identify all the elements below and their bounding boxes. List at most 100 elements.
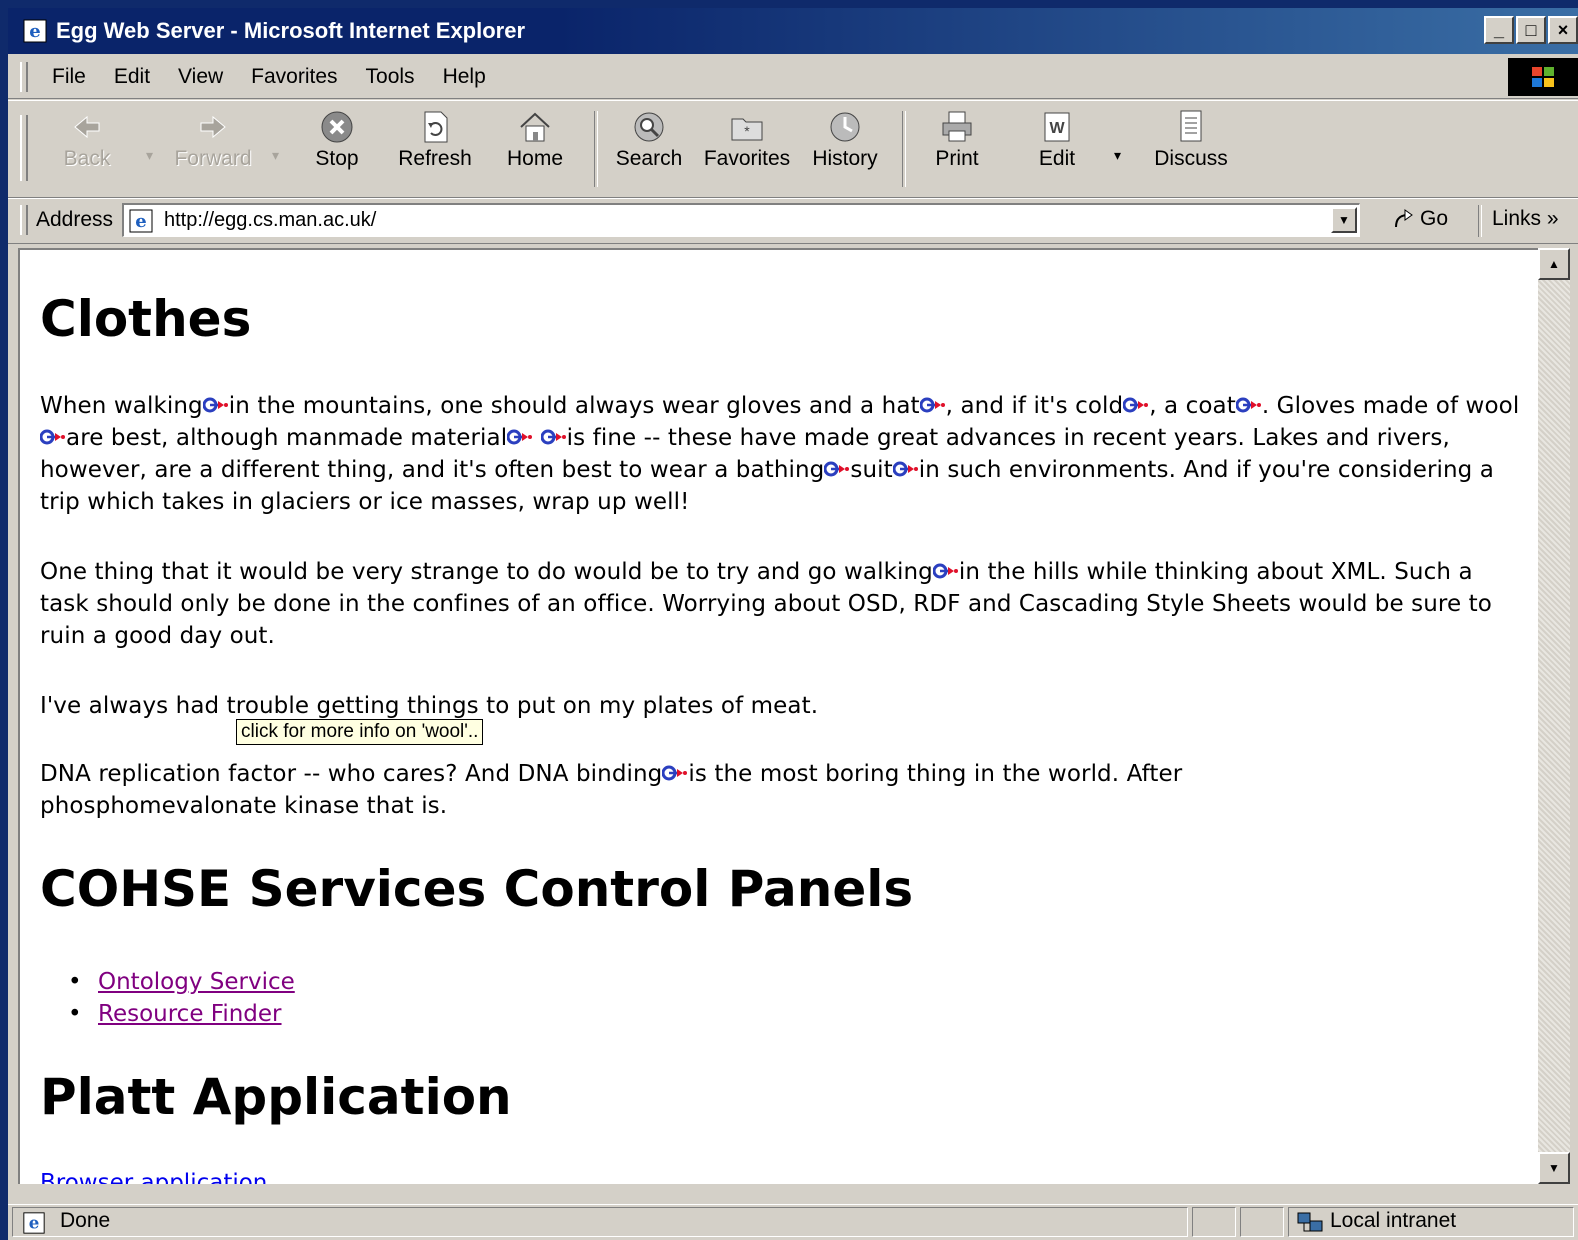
toolbar-separator: [902, 111, 906, 187]
cohse-link-icon[interactable]: [507, 429, 533, 445]
minimize-icon: _: [1493, 19, 1504, 40]
text-segment: One thing that it would be very strange …: [40, 559, 933, 585]
search-label: Search: [615, 147, 683, 170]
toolbar-grip[interactable]: [20, 115, 28, 181]
refresh-icon: [424, 111, 448, 143]
ontology-service-link[interactable]: Ontology Service: [98, 969, 295, 995]
forward-dropdown[interactable]: ▾: [272, 147, 279, 164]
ie-page-icon: e: [23, 1212, 45, 1234]
text-segment: . Gloves made of wool: [1261, 393, 1520, 419]
text-segment: are best, although manmade material: [66, 425, 508, 451]
cohse-link-icon[interactable]: [920, 397, 946, 413]
go-button[interactable]: Go: [1392, 207, 1448, 231]
maximize-icon: □: [1525, 19, 1537, 40]
up-arrow-icon: ▲: [1548, 257, 1560, 271]
print-icon: [942, 111, 972, 142]
links-button[interactable]: Links »: [1492, 207, 1559, 231]
scroll-up-button[interactable]: ▲: [1538, 248, 1570, 280]
cohse-link-icon[interactable]: [893, 461, 919, 477]
windows-logo-icon: [1532, 67, 1554, 87]
cohse-link-icon[interactable]: [203, 397, 229, 413]
word-edit-icon: W: [1044, 112, 1070, 142]
menu-view[interactable]: View: [164, 65, 237, 89]
svg-text:W: W: [1049, 120, 1065, 137]
menu-favorites[interactable]: Favorites: [237, 65, 351, 89]
svg-text:e: e: [29, 21, 40, 42]
svg-text:e: e: [29, 1213, 40, 1233]
cohse-link-icon[interactable]: [1236, 397, 1262, 413]
cohse-link-icon[interactable]: [541, 429, 567, 445]
svg-text:e: e: [135, 211, 146, 232]
heading-platt: Platt Application: [40, 1068, 512, 1126]
address-label: Address: [36, 208, 114, 231]
text-segment: , and if it's cold: [945, 393, 1124, 419]
toolbar-separator: [594, 111, 598, 187]
page-content[interactable]: Clothes When walking in the mountains, on…: [18, 248, 1538, 1184]
stop-label: Stop: [315, 147, 359, 170]
address-dropdown-button[interactable]: ▼: [1331, 207, 1357, 233]
ie-page-icon: e: [129, 209, 153, 232]
forward-label: Forward: [174, 147, 252, 170]
resource-finder-link[interactable]: Resource Finder: [98, 1001, 282, 1027]
favorites-label: Favorites: [703, 147, 791, 170]
ie-page-icon: e: [23, 19, 47, 43]
home-button[interactable]: Home: [490, 109, 580, 171]
close-button[interactable]: ×: [1548, 16, 1578, 44]
edit-button[interactable]: W Edit: [1012, 109, 1102, 171]
print-button[interactable]: Print: [912, 109, 1002, 171]
address-url[interactable]: http://egg.cs.man.ac.uk/: [164, 209, 376, 232]
history-button[interactable]: History: [800, 109, 890, 171]
text-segment: When walking: [40, 393, 203, 419]
forward-button[interactable]: Forward: [168, 109, 258, 171]
maximize-button[interactable]: □: [1516, 16, 1546, 44]
paragraph-dna: DNA replication factor -- who cares? And…: [40, 758, 1340, 822]
search-button[interactable]: Search: [604, 109, 694, 171]
cohse-link-icon[interactable]: [824, 461, 850, 477]
menu-file[interactable]: File: [38, 65, 100, 89]
title-bar[interactable]: e Egg Web Server - Microsoft Internet Ex…: [8, 8, 1578, 54]
address-bar: Address e http://egg.cs.man.ac.uk/ ▼ Go …: [8, 198, 1578, 244]
forward-arrow-icon: [200, 115, 226, 139]
text-segment: [533, 425, 540, 451]
menu-edit[interactable]: Edit: [100, 65, 164, 89]
svg-text:*: *: [744, 123, 750, 139]
cohse-link-icon[interactable]: [1123, 397, 1149, 413]
go-arrow-icon: [1395, 209, 1413, 228]
address-input[interactable]: e http://egg.cs.man.ac.uk/ ▼: [122, 203, 1360, 237]
search-icon: [634, 112, 664, 142]
tooltip: click for more info on 'wool'..: [236, 719, 484, 745]
back-button[interactable]: Back: [42, 109, 132, 171]
heading-cohse: COHSE Services Control Panels: [40, 860, 914, 918]
local-intranet-icon: [1297, 1212, 1323, 1232]
zone-text: Local intranet: [1330, 1209, 1457, 1232]
text-segment: , a coat: [1149, 393, 1236, 419]
discuss-button[interactable]: Discuss: [1136, 109, 1246, 171]
text-segment: in the mountains, one should always wear…: [228, 393, 920, 419]
text-segment: suit: [850, 457, 893, 483]
home-label: Home: [506, 147, 564, 170]
list-item: Resource Finder: [68, 998, 295, 1030]
edit-dropdown[interactable]: ▾: [1114, 147, 1121, 164]
menu-tools[interactable]: Tools: [352, 65, 429, 89]
minimize-button[interactable]: _: [1484, 16, 1514, 44]
favorites-icon: *: [731, 118, 763, 141]
scroll-down-button[interactable]: ▼: [1538, 1152, 1570, 1184]
history-label: History: [812, 147, 878, 170]
cohse-link-icon[interactable]: [662, 765, 688, 781]
status-cell: [1192, 1207, 1236, 1237]
cohse-link-icon[interactable]: [933, 563, 959, 579]
favorites-button[interactable]: * Favorites: [702, 109, 792, 171]
menu-bar: File Edit View Favorites Tools Help: [8, 56, 1578, 99]
menu-grip[interactable]: [20, 62, 28, 92]
back-dropdown[interactable]: ▾: [146, 147, 153, 164]
menu-help[interactable]: Help: [429, 65, 500, 89]
cohse-link-icon[interactable]: [40, 429, 66, 445]
address-grip[interactable]: [20, 205, 28, 235]
browser-application-link[interactable]: Browser application: [40, 1170, 267, 1184]
down-arrow-icon: ▼: [1548, 1161, 1560, 1175]
vertical-scrollbar[interactable]: ▲ ▼: [1538, 248, 1570, 1184]
close-icon: ×: [1557, 19, 1569, 40]
stop-button[interactable]: Stop: [292, 109, 382, 171]
discuss-label: Discuss: [1154, 147, 1228, 170]
refresh-button[interactable]: Refresh: [390, 109, 480, 171]
